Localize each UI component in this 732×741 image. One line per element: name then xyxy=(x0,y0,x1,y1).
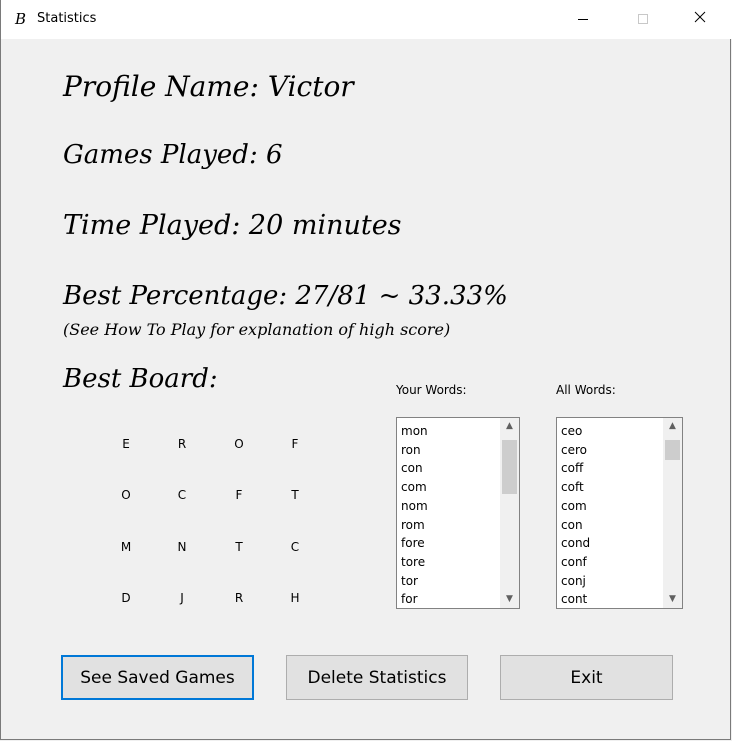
your-words-label: Your Words: xyxy=(396,383,467,397)
list-item[interactable]: cont xyxy=(561,592,587,606)
list-item[interactable]: cond xyxy=(561,536,590,550)
board-cell: F xyxy=(235,488,243,502)
scrollbar-thumb[interactable] xyxy=(502,440,517,494)
best-board-title: Best Board: xyxy=(63,364,218,394)
minimize-icon xyxy=(578,19,588,20)
window-title: Statistics xyxy=(37,11,97,26)
list-item[interactable]: con xyxy=(561,518,583,532)
scroll-up-arrow-icon[interactable]: ▲ xyxy=(500,418,519,435)
board-cell: T xyxy=(291,488,299,502)
scroll-down-arrow-icon[interactable]: ▼ xyxy=(500,591,519,608)
all-words-scrollbar[interactable]: ▲ ▼ xyxy=(663,418,682,608)
list-item[interactable]: conf xyxy=(561,555,587,569)
board-cell: C xyxy=(290,540,300,554)
all-words-list[interactable]: ceo cero coff coft com con cond conf con… xyxy=(556,417,683,609)
title-bar[interactable]: B Statistics xyxy=(1,0,732,39)
board-cell: H xyxy=(290,591,300,605)
maximize-icon xyxy=(638,14,648,24)
board-cell: O xyxy=(234,437,244,451)
board-cell: R xyxy=(234,591,244,605)
scroll-up-arrow-icon[interactable]: ▲ xyxy=(663,418,682,435)
best-percentage-label: Best Percentage: 27/81 ~ 33.33% xyxy=(63,281,508,311)
scroll-down-arrow-icon[interactable]: ▼ xyxy=(663,591,682,608)
board-cell: M xyxy=(120,540,132,554)
maximize-button[interactable] xyxy=(620,0,666,39)
list-item[interactable]: mon xyxy=(401,424,428,438)
board-cell: N xyxy=(177,540,187,554)
board-cell: C xyxy=(177,488,187,502)
board-cell: T xyxy=(235,540,243,554)
all-words-label: All Words: xyxy=(556,383,616,397)
see-saved-games-button[interactable]: See Saved Games xyxy=(61,655,254,700)
delete-statistics-button[interactable]: Delete Statistics xyxy=(286,655,468,700)
board-cell: F xyxy=(291,437,299,451)
minimize-button[interactable] xyxy=(562,0,608,39)
list-item[interactable]: ceo xyxy=(561,424,582,438)
exit-button[interactable]: Exit xyxy=(500,655,673,700)
your-words-scrollbar[interactable]: ▲ ▼ xyxy=(500,418,519,608)
list-item[interactable]: rom xyxy=(401,518,425,532)
list-item[interactable]: for xyxy=(401,592,418,606)
list-item[interactable]: tor xyxy=(401,574,418,588)
list-item[interactable]: conj xyxy=(561,574,586,588)
close-button[interactable] xyxy=(677,0,723,39)
your-words-list[interactable]: mon ron con com nom rom fore tore tor fo… xyxy=(396,417,520,609)
board-cell: E xyxy=(122,437,130,451)
board-cell: O xyxy=(121,488,131,502)
profile-name-label: Profile Name: Victor xyxy=(63,70,354,103)
list-item[interactable]: cero xyxy=(561,443,587,457)
statistics-window: B Statistics Profile Name: Victor Games … xyxy=(0,0,732,740)
board-cell: D xyxy=(121,591,131,605)
close-icon xyxy=(694,11,706,23)
list-item[interactable]: con xyxy=(401,461,423,475)
list-item[interactable]: ron xyxy=(401,443,421,457)
list-item[interactable]: coff xyxy=(561,461,583,475)
board-cell: R xyxy=(177,437,187,451)
scrollbar-thumb[interactable] xyxy=(665,440,680,460)
app-icon: B xyxy=(15,10,27,28)
list-item[interactable]: com xyxy=(401,480,427,494)
list-item[interactable]: com xyxy=(561,499,587,513)
list-item[interactable]: nom xyxy=(401,499,428,513)
list-item[interactable]: tore xyxy=(401,555,425,569)
time-played-label: Time Played: 20 minutes xyxy=(63,210,402,241)
high-score-note: (See How To Play for explanation of high… xyxy=(63,320,451,339)
games-played-label: Games Played: 6 xyxy=(63,140,283,170)
board-cell: J xyxy=(180,591,184,605)
list-item[interactable]: fore xyxy=(401,536,425,550)
list-item[interactable]: coft xyxy=(561,480,584,494)
